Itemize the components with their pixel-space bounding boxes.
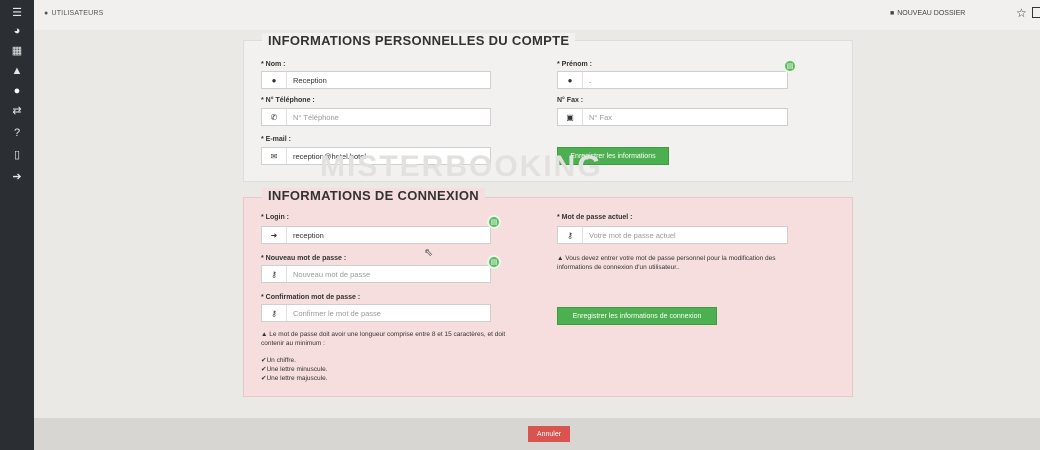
login-value: reception bbox=[293, 230, 324, 240]
connexion-panel: INFORMATIONS DE CONNEXION * Login : ➜ re… bbox=[243, 188, 853, 397]
star-icon[interactable]: ☆ bbox=[1016, 6, 1027, 20]
password-rule-item: ✔Une lettre majuscule. bbox=[261, 374, 328, 383]
new-folder-button[interactable]: ■ NOUVEAU DOSSIER bbox=[890, 10, 965, 17]
user-icon: ● bbox=[262, 72, 287, 88]
password-rules-note: ▲ Le mot de passe doit avoir une longueu… bbox=[261, 330, 526, 348]
current-password-warning: ▲ Vous devez entrer votre mot de passe p… bbox=[557, 254, 797, 272]
fax-field[interactable]: ▣ N° Fax bbox=[557, 108, 788, 126]
window-icon[interactable] bbox=[1032, 7, 1040, 18]
mouse-cursor-icon: ⇖ bbox=[424, 247, 434, 259]
save-connexion-button[interactable]: Enregistrer les informations de connexio… bbox=[557, 307, 717, 325]
folder-icon: ■ bbox=[890, 10, 895, 17]
user-icon: ● bbox=[558, 72, 583, 88]
key-icon: ⚷ bbox=[262, 266, 287, 282]
dashboard-icon[interactable]: ◕ bbox=[0, 22, 34, 40]
telephone-placeholder: N° Téléphone bbox=[293, 112, 339, 122]
login-field[interactable]: ➜ reception bbox=[261, 226, 491, 244]
nom-field[interactable]: ● Reception bbox=[261, 71, 491, 89]
phone-icon: ✆ bbox=[262, 109, 287, 125]
confirm-password-label: * Confirmation mot de passe : bbox=[261, 294, 361, 301]
envelope-icon: ✉ bbox=[262, 148, 287, 164]
confirm-password-field[interactable]: ⚷ Confirmer le mot de passe bbox=[261, 304, 491, 322]
help-icon[interactable]: ? bbox=[0, 124, 34, 142]
transfer-icon[interactable]: ⇄ bbox=[0, 102, 34, 120]
calendar-icon[interactable]: ▦ bbox=[0, 42, 34, 60]
sidebar: ☰ ◕ ▦ ▲ ● ⇄ ? ▯ ➔ bbox=[0, 0, 34, 450]
breadcrumb-label: UTILISATEURS bbox=[51, 10, 104, 17]
warning-icon: ▲ bbox=[557, 255, 564, 262]
tablet-icon[interactable]: ▯ bbox=[0, 146, 34, 164]
email-label: * E-mail : bbox=[261, 136, 291, 143]
new-folder-label: NOUVEAU DOSSIER bbox=[897, 10, 966, 17]
info-badge-icon[interactable]: ▤ bbox=[487, 255, 501, 269]
confirm-password-placeholder: Confirmer le mot de passe bbox=[293, 308, 381, 318]
user-icon[interactable]: ● bbox=[0, 82, 34, 100]
key-icon: ⚷ bbox=[262, 305, 287, 321]
nom-label: * Nom : bbox=[261, 61, 286, 68]
rule-text: Un chiffre. bbox=[266, 357, 296, 364]
current-password-label: * Mot de passe actuel : bbox=[557, 214, 633, 221]
current-password-field[interactable]: ⚷ Votre mot de passe actuel bbox=[557, 226, 788, 244]
warning-left-text: Le mot de passe doit avoir une longueur … bbox=[261, 331, 506, 347]
connexion-title: INFORMATIONS DE CONNEXION bbox=[262, 188, 485, 203]
breadcrumb: ● UTILISATEURS bbox=[44, 10, 104, 17]
personal-info-title: INFORMATIONS PERSONNELLES DU COMPTE bbox=[262, 33, 576, 48]
telephone-field[interactable]: ✆ N° Téléphone bbox=[261, 108, 491, 126]
info-badge-icon[interactable]: ▤ bbox=[487, 215, 501, 229]
prenom-field[interactable]: ● . bbox=[557, 71, 788, 89]
sign-in-icon: ➜ bbox=[262, 227, 287, 243]
fax-placeholder: N° Fax bbox=[589, 112, 613, 122]
cancel-button[interactable]: Annuler bbox=[528, 426, 570, 442]
warning-icon: ▲ bbox=[261, 331, 268, 338]
login-label: * Login : bbox=[261, 214, 289, 221]
warning-right-text: Vous devez entrer votre mot de passe per… bbox=[557, 255, 776, 271]
rule-text: Une lettre majuscule. bbox=[266, 375, 328, 382]
telephone-label: * N° Téléphone : bbox=[261, 97, 315, 104]
fax-label: N° Fax : bbox=[557, 97, 584, 104]
new-password-placeholder: Nouveau mot de passe bbox=[293, 269, 371, 279]
new-password-field[interactable]: ⚷ Nouveau mot de passe bbox=[261, 265, 491, 283]
new-password-label: * Nouveau mot de passe : bbox=[261, 255, 347, 262]
fax-icon: ▣ bbox=[558, 109, 583, 125]
nom-value: Reception bbox=[293, 75, 327, 85]
logout-icon[interactable]: ➔ bbox=[0, 168, 34, 186]
key-icon: ⚷ bbox=[558, 227, 583, 243]
current-password-placeholder: Votre mot de passe actuel bbox=[589, 230, 676, 240]
password-rule-item: ✔Un chiffre. bbox=[261, 356, 296, 365]
watermark: MISTERBOOKING bbox=[320, 150, 603, 183]
rule-text: Une lettre minuscule. bbox=[266, 366, 328, 373]
bell-icon[interactable]: ▲ bbox=[0, 62, 34, 80]
prenom-label: * Prénom : bbox=[557, 61, 593, 68]
prenom-value: . bbox=[589, 75, 592, 85]
info-badge-icon[interactable]: ▤ bbox=[783, 59, 797, 73]
menu-icon[interactable]: ☰ bbox=[0, 4, 34, 22]
user-icon: ● bbox=[44, 10, 49, 17]
password-rule-item: ✔Une lettre minuscule. bbox=[261, 365, 328, 374]
